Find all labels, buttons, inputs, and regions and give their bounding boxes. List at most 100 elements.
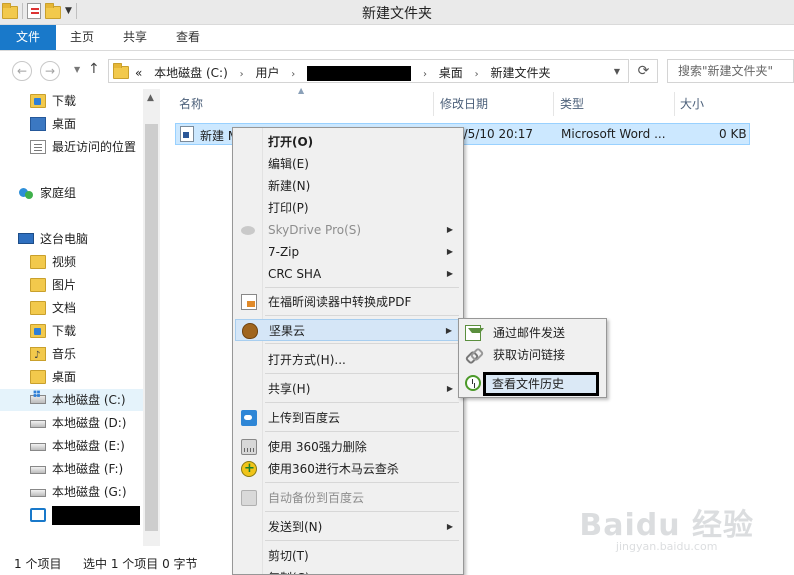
breadcrumb: « 本地磁盘 (C:) › 用户 › › 桌面 › 新建文件夹 <box>135 64 558 81</box>
back-button[interactable]: ← <box>12 61 32 81</box>
sidebar-item-drive-e[interactable]: 本地磁盘 (E:) <box>30 435 125 457</box>
menu-item-convert-pdf[interactable]: 在福昕阅读器中转换成PDF <box>235 291 461 313</box>
sidebar-item-desktop-pc[interactable]: 桌面 <box>30 366 76 388</box>
refresh-button[interactable]: ⟳ <box>630 59 658 83</box>
baidu-backup-icon <box>241 490 257 506</box>
column-header-modified[interactable]: 修改日期 <box>440 92 488 116</box>
breadcrumb-item-users[interactable]: 用户 <box>255 66 279 80</box>
desktop-folder-icon <box>30 369 46 384</box>
breadcrumb-separator-icon[interactable]: › <box>291 69 295 80</box>
sidebar-item-network-drive[interactable] <box>30 504 140 526</box>
column-divider[interactable] <box>674 92 675 116</box>
sidebar-item-drive-c[interactable]: 本地磁盘 (C:) <box>0 389 143 411</box>
menu-item-360-delete[interactable]: 使用 360强力删除 <box>235 436 461 458</box>
watermark-brand: Baidu 经验 <box>579 508 754 543</box>
sidebar-item-pictures[interactable]: 图片 <box>30 274 76 296</box>
scrollbar-thumb[interactable] <box>145 124 158 531</box>
pictures-folder-icon <box>30 277 46 292</box>
ribbon: 文件 主页 共享 查看 <box>0 25 794 51</box>
up-arrow-icon[interactable]: ↑ <box>88 61 100 77</box>
sidebar-item-downloads-pc[interactable]: 下载 <box>30 320 76 342</box>
nutstore-icon <box>242 323 258 339</box>
tab-home[interactable]: 主页 <box>66 25 98 50</box>
address-dropdown-icon[interactable]: ▼ <box>614 67 620 76</box>
submenu-item-file-history[interactable]: 查看文件历史 <box>483 372 599 396</box>
breadcrumb-separator-icon[interactable]: › <box>475 69 479 80</box>
redacted-username <box>307 66 412 81</box>
file-type: Microsoft Word ... <box>561 127 666 141</box>
download-folder-icon <box>30 323 46 338</box>
forward-button[interactable]: → <box>40 61 60 81</box>
search-input[interactable]: 搜索"新建文件夹" <box>667 59 794 83</box>
network-drive-icon <box>30 507 46 522</box>
menu-item-crc-sha[interactable]: CRC SHA ▶ <box>235 263 461 285</box>
submenu-item-get-link[interactable]: 获取访问链接 <box>461 344 604 366</box>
submenu-arrow-icon: ▶ <box>445 326 452 335</box>
sidebar-item-this-pc[interactable]: 这台电脑 <box>18 228 88 250</box>
menu-item-upload-baidu[interactable]: 上传到百度云 <box>235 407 461 429</box>
breadcrumb-overflow[interactable]: « <box>135 66 142 80</box>
menu-item-7zip[interactable]: 7-Zip ▶ <box>235 241 461 263</box>
pdf-convert-icon <box>241 294 257 310</box>
sidebar-item-drive-g[interactable]: 本地磁盘 (G:) <box>30 481 127 503</box>
drive-icon <box>30 442 46 451</box>
recent-locations-dropdown-icon[interactable]: ▼ <box>74 65 80 74</box>
sidebar-item-music[interactable]: 音乐 <box>30 343 76 367</box>
navigation-scrollbar[interactable]: ▲ <box>143 89 160 546</box>
mail-icon <box>465 325 484 341</box>
column-header-size[interactable]: 大小 <box>680 92 704 116</box>
recent-places-icon <box>30 139 46 154</box>
history-clock-icon <box>465 375 481 391</box>
sidebar-item-desktop[interactable]: 桌面 <box>30 113 76 135</box>
menu-item-copy[interactable]: 复制(C) <box>235 567 461 574</box>
breadcrumb-item-drive-c[interactable]: 本地磁盘 (C:) <box>154 66 228 80</box>
breadcrumb-separator-icon[interactable]: › <box>423 69 427 80</box>
tab-file[interactable]: 文件 <box>0 25 56 50</box>
menu-item-print[interactable]: 打印(P) <box>235 197 461 219</box>
menu-separator <box>265 431 459 432</box>
sidebar-item-videos[interactable]: 视频 <box>30 251 76 273</box>
tab-view[interactable]: 查看 <box>171 25 205 50</box>
sidebar-item-drive-f[interactable]: 本地磁盘 (F:) <box>30 458 123 480</box>
submenu-item-send-mail[interactable]: 通过邮件发送 <box>461 322 604 344</box>
breadcrumb-separator-icon[interactable]: › <box>240 69 244 80</box>
sidebar-item-drive-d[interactable]: 本地磁盘 (D:) <box>30 412 126 434</box>
sidebar-item-downloads[interactable]: 下载 <box>30 90 76 112</box>
documents-folder-icon <box>30 300 46 315</box>
shredder-icon <box>241 439 257 455</box>
context-menu: 打开(O) 编辑(E) 新建(N) 打印(P) SkyDrive Pro(S) ▶… <box>232 127 464 575</box>
menu-item-360-scan[interactable]: 使用360进行木马云查杀 <box>235 458 461 480</box>
drive-icon <box>30 465 46 474</box>
column-divider[interactable] <box>553 92 554 116</box>
sidebar-item-documents[interactable]: 文档 <box>30 297 76 319</box>
submenu-arrow-icon: ▶ <box>446 522 453 531</box>
tab-share[interactable]: 共享 <box>118 25 152 50</box>
menu-item-auto-backup[interactable]: 自动备份到百度云 <box>235 487 461 509</box>
menu-item-open-with[interactable]: 打开方式(H)... <box>235 349 461 371</box>
sidebar-item-homegroup[interactable]: 家庭组 <box>18 182 76 204</box>
folder-icon <box>113 63 129 79</box>
menu-separator <box>265 482 459 483</box>
sidebar-item-recent[interactable]: 最近访问的位置 <box>30 136 136 158</box>
drive-icon <box>30 419 46 428</box>
menu-item-new[interactable]: 新建(N) <box>235 175 461 197</box>
breadcrumb-item-new-folder[interactable]: 新建文件夹 <box>490 66 550 80</box>
breadcrumb-item-desktop[interactable]: 桌面 <box>439 66 463 80</box>
column-header-type[interactable]: 类型 <box>560 92 584 116</box>
menu-item-skydrive[interactable]: SkyDrive Pro(S) ▶ <box>235 219 461 241</box>
column-divider[interactable] <box>433 92 434 116</box>
menu-item-send-to[interactable]: 发送到(N) ▶ <box>235 516 461 538</box>
submenu-arrow-icon: ▶ <box>446 269 453 278</box>
scroll-up-icon[interactable]: ▲ <box>147 93 154 103</box>
menu-item-share[interactable]: 共享(H) ▶ <box>235 378 461 400</box>
redacted-drive-name <box>52 506 140 525</box>
column-header-name[interactable]: 名称 <box>179 92 203 116</box>
360-scan-icon <box>241 458 257 480</box>
address-bar[interactable]: « 本地磁盘 (C:) › 用户 › › 桌面 › 新建文件夹 ▼ <box>108 59 629 83</box>
selection-info: 选中 1 个项目 0 字节 <box>83 557 198 571</box>
menu-item-edit[interactable]: 编辑(E) <box>235 153 461 175</box>
homegroup-icon <box>18 186 34 200</box>
menu-item-open[interactable]: 打开(O) <box>235 131 461 153</box>
menu-item-cut[interactable]: 剪切(T) <box>235 545 461 567</box>
menu-item-nutstore[interactable]: 坚果云 ▶ <box>235 319 461 341</box>
